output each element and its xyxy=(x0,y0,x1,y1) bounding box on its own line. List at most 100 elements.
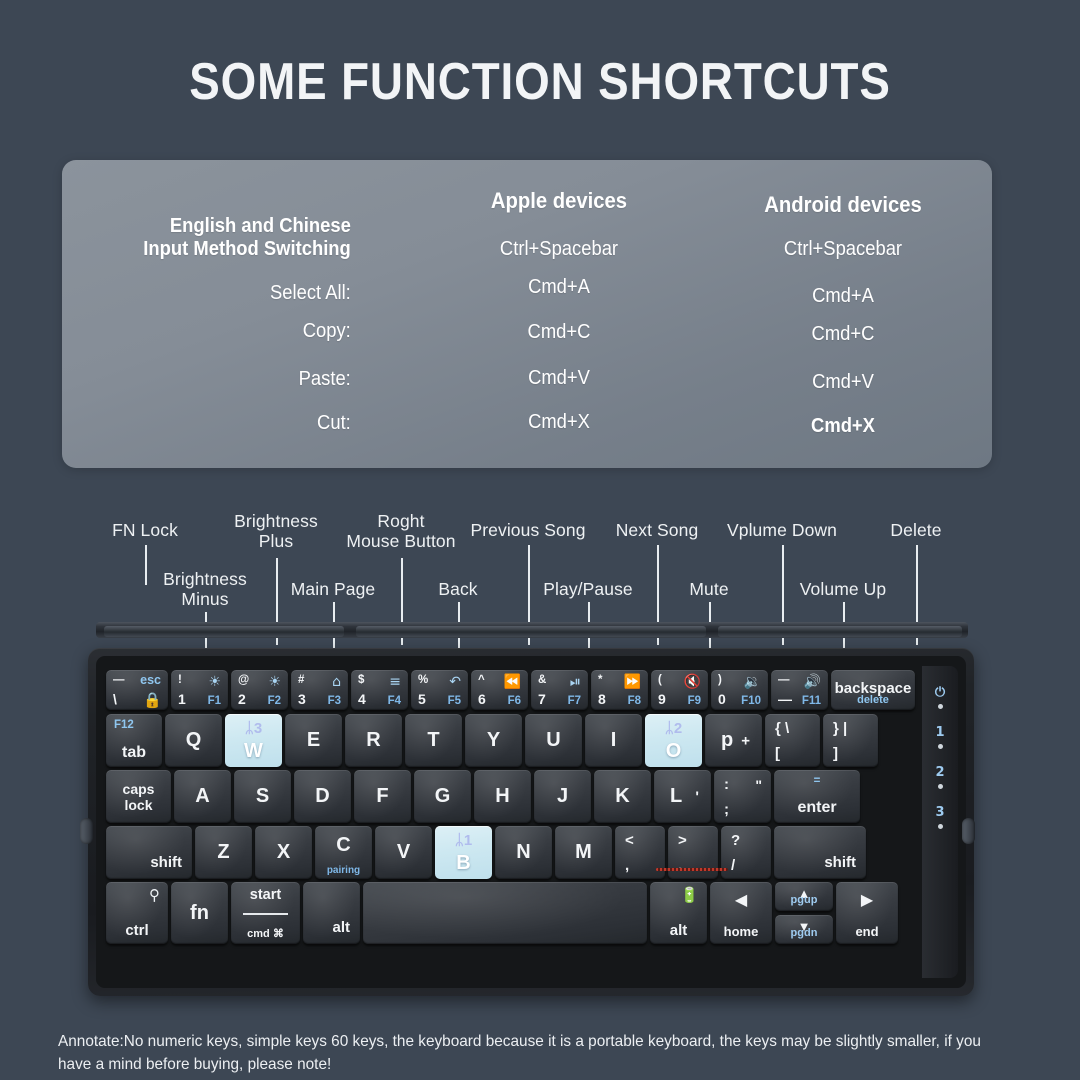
key-f9[interactable]: (🔇 9 F9 xyxy=(651,670,708,710)
key-q[interactable]: Q xyxy=(165,714,222,767)
key-icon-f10: 🔉 xyxy=(744,673,761,690)
key-x[interactable]: X xyxy=(255,826,312,879)
key-f2[interactable]: @ ☀ 2 F2 xyxy=(231,670,288,710)
key-slash[interactable]: ? / xyxy=(721,826,771,879)
key-n[interactable]: N xyxy=(495,826,552,879)
key-symbol-lower: ; xyxy=(724,801,729,818)
key-period[interactable]: >. xyxy=(668,826,718,879)
key-o[interactable]: ᛦ2 O xyxy=(645,714,702,767)
key-z[interactable]: Z xyxy=(195,826,252,879)
bluetooth-icon-1: ᛦ1 xyxy=(435,831,492,849)
key-symbol-top-left: ^ xyxy=(478,674,485,686)
key-d[interactable]: D xyxy=(294,770,351,823)
key-fn[interactable]: fn xyxy=(171,882,228,944)
key-spacebar[interactable] xyxy=(363,882,647,944)
key-fkey-label: F5 xyxy=(448,695,461,707)
key-label: alt xyxy=(650,922,707,939)
indicator-bluetooth-channel-1: ␴1 xyxy=(922,724,958,740)
key-semicolon[interactable]: :; " xyxy=(714,770,771,823)
table-cell-android-2: Cmd+C xyxy=(696,323,990,346)
key-label: T xyxy=(405,714,462,767)
key-pgdn[interactable]: ▼ pgdn xyxy=(775,915,833,944)
key-symbol-extra: ' xyxy=(695,788,699,805)
key-f[interactable]: F xyxy=(354,770,411,823)
key-symbol-upper: ? xyxy=(731,832,740,849)
key-r[interactable]: R xyxy=(345,714,402,767)
key-f5[interactable]: % ↶ 5 F5 xyxy=(411,670,468,710)
key-icon-f2: ☀ xyxy=(268,673,281,690)
key-number: 4 xyxy=(358,691,366,707)
key-f11[interactable]: — 🔊 — F11 xyxy=(771,670,828,710)
callout-top-6-line-0: Delete xyxy=(776,521,1056,541)
key-symbol-top-left: $ xyxy=(358,674,364,686)
key-p[interactable]: p + xyxy=(705,714,762,767)
indicator-bluetooth-channel-2: ␴2 xyxy=(922,764,958,780)
key-l[interactable]: L ' xyxy=(654,770,711,823)
key-f1[interactable]: ! ☀ 1 F1 xyxy=(171,670,228,710)
key-bracket-right[interactable]: } |] xyxy=(823,714,878,767)
key-fkey-label: F11 xyxy=(802,695,821,707)
key-ctrl[interactable]: ⚲ ctrl xyxy=(106,882,168,944)
key-pgup[interactable]: ▲ pgup xyxy=(775,882,833,911)
key-u[interactable]: U xyxy=(525,714,582,767)
key-j[interactable]: J xyxy=(534,770,591,823)
key-v[interactable]: V xyxy=(375,826,432,879)
key-tab[interactable]: F12 tab xyxy=(106,714,162,767)
key-t[interactable]: T xyxy=(405,714,462,767)
key-number: 3 xyxy=(298,691,306,707)
key-label: p xyxy=(705,714,762,767)
callout-top-6: Delete xyxy=(776,521,1056,541)
key-label: M xyxy=(555,826,612,879)
key-label: ctrl xyxy=(106,922,168,939)
key-k[interactable]: K xyxy=(594,770,651,823)
key-y[interactable]: Y xyxy=(465,714,522,767)
key-shift-left[interactable]: shift xyxy=(106,826,192,879)
key-caps-lock[interactable]: caps lock xyxy=(106,770,171,823)
key-sublabel-delete: delete xyxy=(831,694,915,706)
key-backspace[interactable]: backspace delete xyxy=(831,670,915,710)
key-home[interactable]: ◀ home xyxy=(710,882,772,944)
key-symbol-top-left: * xyxy=(598,674,602,686)
key-w[interactable]: ᛦ3 W xyxy=(225,714,282,767)
key-i[interactable]: I xyxy=(585,714,642,767)
key-f8[interactable]: * ⏩ 8 F8 xyxy=(591,670,648,710)
key-comma[interactable]: <, xyxy=(615,826,665,879)
key-f3[interactable]: # ⌂ 3 F3 xyxy=(291,670,348,710)
key-alt-right[interactable]: 🔋 alt xyxy=(650,882,707,944)
key-enter[interactable]: = enter xyxy=(774,770,860,823)
key-icon-f9: 🔇 xyxy=(684,673,701,690)
indicator-led-power xyxy=(938,704,943,709)
key-number: 7 xyxy=(538,691,546,707)
key-start-cmd[interactable]: start cmd ⌘ xyxy=(231,882,300,944)
key-shift-right[interactable]: shift xyxy=(774,826,866,879)
key-f10[interactable]: ) 🔉 0 F10 xyxy=(711,670,768,710)
key-b[interactable]: ᛦ1 B xyxy=(435,826,492,879)
key-number: 8 xyxy=(598,691,606,707)
key-f7[interactable]: & ⏯ 7 F7 xyxy=(531,670,588,710)
key-a[interactable]: A xyxy=(174,770,231,823)
key-bracket-left[interactable]: { \ [ xyxy=(765,714,820,767)
key-number: 5 xyxy=(418,691,426,707)
key-label: W xyxy=(225,740,282,763)
key-f6[interactable]: ^ ⏪ 6 F6 xyxy=(471,670,528,710)
key-c[interactable]: Cpairing xyxy=(315,826,372,879)
key-label: G xyxy=(414,770,471,823)
key-label: pgdn xyxy=(775,927,833,939)
key-h[interactable]: H xyxy=(474,770,531,823)
key-e[interactable]: E xyxy=(285,714,342,767)
key-fkey-label: F7 xyxy=(568,695,581,707)
key-s[interactable]: S xyxy=(234,770,291,823)
hinge-pin-right xyxy=(962,818,975,844)
key-label: B xyxy=(435,852,492,875)
key-g[interactable]: G xyxy=(414,770,471,823)
key-end[interactable]: ▶ end xyxy=(836,882,898,944)
key-m[interactable]: M xyxy=(555,826,612,879)
key-esc[interactable]: — esc \ 🔒 xyxy=(106,670,168,710)
key-alt-left[interactable]: alt xyxy=(303,882,360,944)
indicator-led-bluetooth-channel-1 xyxy=(938,744,943,749)
key-fkey-label: F4 xyxy=(388,695,401,707)
key-f4[interactable]: $ ≡ 4 F4 xyxy=(351,670,408,710)
keyboard-deck: — esc \ 🔒! ☀ 1 F1 @ ☀ 2 F2 # ⌂ 3 F3 $ ≡ 4 F4% ↶ 5 F5 ^ ⏪ 6 F6 & ⏯ 7 F… xyxy=(96,656,966,988)
key-symbol-upper: { \ xyxy=(775,720,789,737)
bluetooth-icon-2: ᛦ2 xyxy=(645,719,702,737)
